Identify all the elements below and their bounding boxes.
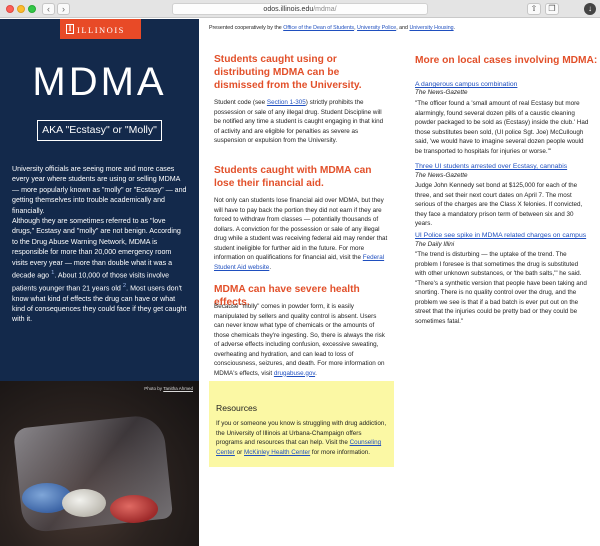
close-window-button[interactable] bbox=[6, 5, 14, 13]
photo-credit-link[interactable]: Tanitha Ahmed bbox=[163, 386, 193, 391]
mckinley-health-center-link[interactable]: McKinley Health Center bbox=[244, 449, 310, 456]
dean-of-students-link[interactable]: Office of the Dean of Students bbox=[283, 25, 354, 31]
financial-aid-heading: Students caught with MDMA can lose their… bbox=[214, 165, 372, 189]
case-source-2: The News-Gazette bbox=[415, 172, 468, 179]
resources-body: If you or someone you know is struggling… bbox=[216, 419, 388, 457]
university-housing-link[interactable]: University Housing bbox=[409, 25, 453, 31]
case-quote-3: "The trend is disturbing — the uptake of… bbox=[415, 251, 587, 325]
resources-box: Resources If you or someone you know is … bbox=[209, 381, 394, 467]
presented-sep-2: , and bbox=[396, 25, 410, 31]
presented-by-line: Presented cooperatively by the Office of… bbox=[209, 25, 455, 31]
case-link-2[interactable]: Three UI students arrested over Ecstasy,… bbox=[415, 163, 567, 170]
resources-title: Resources bbox=[216, 403, 258, 413]
forward-icon[interactable]: › bbox=[57, 3, 70, 15]
download-icon[interactable]: ↓ bbox=[584, 3, 596, 15]
browser-toolbar: ‹ › odos.illinois.edu/mdma/ ⇧ ❐ ↓ bbox=[0, 0, 600, 18]
financial-text-b: . bbox=[269, 263, 272, 271]
photo-credit-prefix: Photo by bbox=[144, 386, 164, 391]
university-police-link[interactable]: University Police bbox=[357, 25, 396, 31]
drugabuse-gov-link[interactable]: drugabuse.gov bbox=[274, 370, 315, 377]
case-link-1[interactable]: A dangerous campus combination bbox=[415, 81, 517, 88]
address-bar[interactable]: odos.illinois.edu/mdma/ bbox=[172, 3, 428, 15]
resources-text-c: for more information. bbox=[310, 448, 371, 456]
back-icon[interactable]: ‹ bbox=[42, 3, 55, 15]
aka-subtitle: AKA "Ecstasy" or "Molly" bbox=[37, 120, 162, 141]
local-cases-heading: More on local cases involving MDMA: bbox=[415, 55, 598, 66]
case-source-1: The News-Gazette bbox=[415, 89, 468, 96]
dismissed-heading: Students caught using or distributing MD… bbox=[214, 54, 362, 91]
photo-credit: Photo by Tanitha Ahmed bbox=[144, 386, 193, 391]
financial-text-a: Not only can students lose financial aid… bbox=[214, 197, 388, 261]
white-pill bbox=[62, 489, 106, 517]
red-pill bbox=[110, 495, 158, 523]
dismissed-body: Student code (see Section 1-305) strictl… bbox=[214, 98, 388, 146]
resources-text-b: or bbox=[234, 448, 245, 456]
health-text-b: . bbox=[315, 369, 317, 377]
case-quote-1: "The officer found a 'small amount of re… bbox=[415, 100, 589, 155]
intro-paragraph-2: Although they are sometimes referred to … bbox=[12, 216, 188, 325]
tabs-icon[interactable]: ❐ bbox=[545, 3, 559, 15]
section-1-305-link[interactable]: Section 1-305 bbox=[267, 99, 306, 106]
page-title: MDMA bbox=[32, 60, 167, 104]
url-host: odos.illinois.edu bbox=[263, 6, 314, 13]
maximize-window-button[interactable] bbox=[28, 5, 36, 13]
case-source-3: The Daily Illini bbox=[415, 241, 455, 248]
dismissed-text-a: Student code (see bbox=[214, 99, 267, 106]
minimize-window-button[interactable] bbox=[17, 5, 25, 13]
health-text-a: Because "molly" comes in powder form, it… bbox=[214, 303, 385, 377]
illinois-block-i-icon: I bbox=[66, 24, 74, 34]
intro-paragraph-1: University officials are seeing more and… bbox=[12, 165, 187, 215]
presented-end: . bbox=[453, 25, 456, 31]
illinois-wordmark[interactable]: ILLINOIS bbox=[77, 25, 125, 35]
presented-prefix: Presented cooperatively by the bbox=[209, 25, 284, 31]
case-link-3[interactable]: UI Police see spike in MDMA related char… bbox=[415, 232, 586, 239]
share-icon[interactable]: ⇧ bbox=[527, 3, 541, 15]
url-path: /mdma/ bbox=[313, 6, 337, 13]
case-quote-2: Judge John Kennedy set bond at $125,000 … bbox=[415, 182, 583, 227]
financial-aid-body: Not only can students lose financial aid… bbox=[214, 196, 388, 272]
drug-photo: Photo by Tanitha Ahmed bbox=[0, 381, 199, 546]
health-effects-body: Because "molly" comes in powder form, it… bbox=[214, 302, 388, 378]
